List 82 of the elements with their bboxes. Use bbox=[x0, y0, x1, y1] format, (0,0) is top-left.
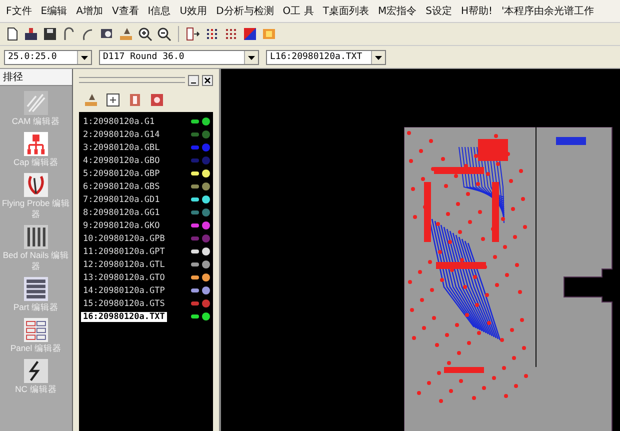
layer-color-swatch[interactable] bbox=[191, 247, 211, 256]
layer-item[interactable]: 7:20980120a.GD1 bbox=[81, 194, 162, 204]
layer-item[interactable]: 16:20980120a.TXT bbox=[81, 312, 167, 322]
layer-color-swatch[interactable] bbox=[191, 260, 211, 269]
dots-icon[interactable] bbox=[223, 26, 239, 42]
layer-item[interactable]: 10:20980120a.GPB bbox=[81, 234, 167, 244]
menu-item[interactable]: T桌面列表 bbox=[322, 4, 369, 18]
color-icon[interactable] bbox=[242, 26, 258, 42]
caret-icon bbox=[77, 50, 91, 64]
caret-icon bbox=[244, 50, 258, 64]
layer-color-swatch[interactable] bbox=[191, 182, 211, 191]
book-icon[interactable] bbox=[127, 92, 143, 108]
layer-item[interactable]: 4:20980120a.GBO bbox=[81, 156, 162, 166]
drill-icon bbox=[24, 359, 48, 383]
zoom-out-icon[interactable] bbox=[156, 26, 172, 42]
brush-icon[interactable] bbox=[83, 92, 99, 108]
layer-color-swatch[interactable] bbox=[191, 234, 211, 243]
dropdown[interactable]: D117 Round 36.0 bbox=[99, 50, 259, 64]
layer-color-swatch[interactable] bbox=[191, 312, 211, 321]
editor-label: Flying Probe 编辑器 bbox=[1, 198, 71, 220]
layer-item[interactable]: 14:20980120a.GTP bbox=[81, 286, 167, 296]
menu-item[interactable]: O工 具 bbox=[282, 4, 314, 18]
probe-icon bbox=[24, 173, 48, 197]
layer-item[interactable]: 12:20980120a.GTL bbox=[81, 260, 167, 270]
layer-color-swatch[interactable] bbox=[191, 117, 211, 126]
open-icon[interactable] bbox=[23, 26, 39, 42]
brush-icon[interactable] bbox=[118, 26, 134, 42]
layer-item[interactable]: 5:20980120a.GBP bbox=[81, 168, 162, 178]
add-layer-icon[interactable] bbox=[105, 92, 121, 108]
insert-icon[interactable] bbox=[185, 26, 201, 42]
panel-grid-icon bbox=[24, 318, 48, 342]
layer-color-swatch[interactable] bbox=[191, 299, 211, 308]
pins-icon bbox=[24, 225, 48, 249]
layer-item[interactable]: 1:20980120a.G1 bbox=[81, 116, 157, 126]
menu-item[interactable]: S设定 bbox=[426, 4, 452, 18]
close-button[interactable] bbox=[202, 74, 213, 86]
layer-color-swatch[interactable] bbox=[191, 286, 211, 295]
layer-item[interactable]: 11:20980120a.GPT bbox=[81, 246, 167, 256]
layer-item[interactable]: 8:20980120a.GG1 bbox=[81, 208, 162, 218]
menu-item[interactable]: I信息 bbox=[148, 4, 171, 18]
grid-icon[interactable] bbox=[204, 26, 220, 42]
layer-color-swatch[interactable] bbox=[191, 143, 211, 152]
menu-item[interactable]: A增加 bbox=[76, 4, 103, 18]
menu-item[interactable]: F文件 bbox=[6, 4, 32, 18]
editor-label: Panel 编辑器 bbox=[10, 343, 62, 354]
layer-item[interactable]: 13:20980120a.GTO bbox=[81, 272, 167, 282]
editor-label: Part 编辑器 bbox=[14, 302, 58, 313]
menu-item[interactable]: '本程序由余光谱工作 bbox=[501, 4, 594, 18]
layer-item[interactable]: 2:20980120a.G14 bbox=[81, 130, 162, 140]
caret-icon bbox=[371, 50, 385, 64]
zoom-in-icon[interactable] bbox=[137, 26, 153, 42]
save-icon[interactable] bbox=[42, 26, 58, 42]
menu-item[interactable]: D分析与检测 bbox=[216, 4, 274, 18]
layer-color-swatch[interactable] bbox=[191, 208, 211, 217]
dropdown[interactable]: L16:20980120a.TXT bbox=[266, 50, 386, 64]
menu-item[interactable]: U效用 bbox=[180, 4, 208, 18]
layer-color-swatch[interactable] bbox=[191, 273, 211, 282]
layer-item[interactable]: 9:20980120a.GKO bbox=[81, 220, 162, 230]
delete-layer-icon[interactable] bbox=[149, 92, 165, 108]
menu-item[interactable]: E编辑 bbox=[40, 4, 68, 18]
chip-icon bbox=[24, 277, 48, 301]
editor-label: Bed of Nails 编辑器 bbox=[2, 250, 70, 272]
pen-sketch-icon bbox=[24, 91, 48, 115]
capacitor-icon bbox=[24, 132, 48, 156]
editor-label: NC 编辑器 bbox=[15, 384, 57, 395]
editor-label: Cap 编辑器 bbox=[14, 157, 58, 168]
close-icon bbox=[204, 76, 211, 84]
layer-item[interactable]: 15:20980120a.GTS bbox=[81, 298, 167, 308]
layer-color-swatch[interactable] bbox=[191, 130, 211, 139]
layer-color-swatch[interactable] bbox=[191, 195, 211, 204]
layer-item[interactable]: 6:20980120a.GBS bbox=[81, 182, 162, 192]
editor-label: CAM 编辑器 bbox=[12, 116, 60, 127]
menu-item[interactable]: M宏指令 bbox=[378, 4, 417, 18]
sidebar-title: 排径 bbox=[0, 69, 72, 86]
layer-color-swatch[interactable] bbox=[191, 156, 211, 165]
dropdown[interactable]: 25.0:25.0 bbox=[4, 50, 92, 64]
menu-item[interactable]: H帮助! bbox=[460, 4, 492, 18]
layer-color-swatch[interactable] bbox=[191, 221, 211, 230]
layer-item[interactable]: 3:20980120a.GBL bbox=[81, 142, 162, 152]
menu-item[interactable]: V查看 bbox=[112, 4, 139, 18]
minimize-button[interactable] bbox=[188, 74, 199, 86]
layer-color-swatch[interactable] bbox=[191, 169, 211, 178]
